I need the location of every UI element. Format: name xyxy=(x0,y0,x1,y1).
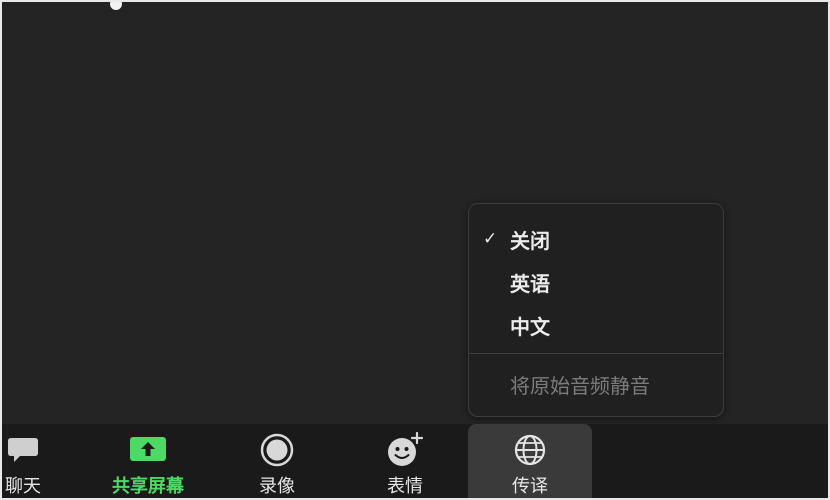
record-button[interactable]: 录像 xyxy=(238,424,316,498)
share-screen-button[interactable]: 共享屏幕 xyxy=(102,424,194,498)
menu-item-english[interactable]: 英语 xyxy=(469,262,723,302)
record-circle-icon xyxy=(257,433,297,467)
meeting-toolbar: 聊天 共享屏幕 录像 表情 传译 xyxy=(2,424,828,498)
cursor-dot xyxy=(110,2,122,10)
meeting-window: ✓ 关闭 英语 中文 将原始音频静音 聊天 共享屏幕 录像 表情 传译 xyxy=(0,0,830,500)
menu-item-label: 关闭 xyxy=(510,228,550,253)
share-screen-arrow-icon xyxy=(128,434,168,466)
record-label: 录像 xyxy=(259,476,295,497)
reactions-label: 表情 xyxy=(387,476,423,497)
menu-divider xyxy=(469,353,723,354)
menu-item-label: 中文 xyxy=(510,314,550,339)
chat-button[interactable]: 聊天 xyxy=(2,424,62,498)
interpretation-button[interactable]: 传译 xyxy=(468,424,592,498)
menu-item-label: 英语 xyxy=(510,271,550,296)
checkmark-icon: ✓ xyxy=(483,229,498,249)
interpretation-menu: ✓ 关闭 英语 中文 将原始音频静音 xyxy=(468,203,724,417)
share-screen-label: 共享屏幕 xyxy=(112,476,184,497)
menu-item-off[interactable]: ✓ 关闭 xyxy=(469,219,723,259)
menu-item-chinese[interactable]: 中文 xyxy=(469,305,723,345)
menu-item-label: 将原始音频静音 xyxy=(510,373,650,398)
interpretation-label: 传译 xyxy=(512,476,548,497)
emoji-plus-icon xyxy=(385,432,425,466)
menu-item-mute-original-audio: 将原始音频静音 xyxy=(469,364,723,404)
reactions-button[interactable]: 表情 xyxy=(366,424,444,498)
globe-icon xyxy=(510,434,550,466)
chat-bubble-icon xyxy=(3,434,43,466)
chat-label: 聊天 xyxy=(5,476,41,497)
